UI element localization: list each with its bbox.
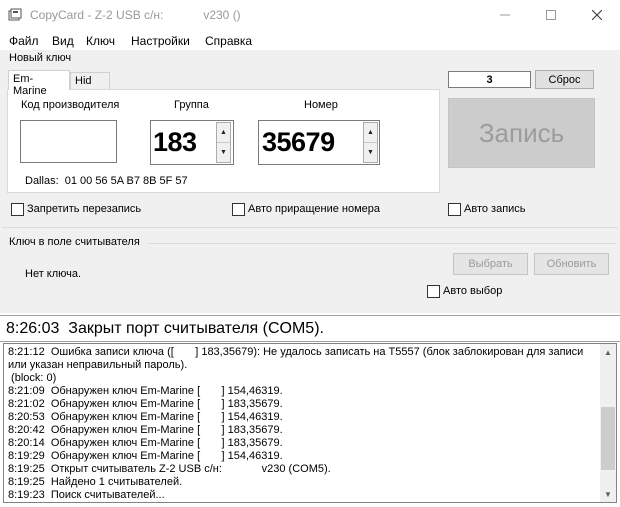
log-line: 8:21:09 Обнаружен ключ Em-Marine [ ] 154…: [8, 385, 283, 397]
auto-write-label: Авто запись: [464, 203, 526, 215]
reader-status: Нет ключа.: [25, 268, 82, 280]
reader-group-line: [148, 243, 616, 244]
dallas-code: Dallas: 01 00 56 5A B7 8B 5F 57: [25, 175, 188, 187]
number-value: 35679: [262, 127, 335, 157]
log-line: 8:19:23 Поиск считывателей...: [8, 489, 165, 501]
log-line: 8:21:02 Обнаружен ключ Em-Marine [ ] 183…: [8, 398, 283, 410]
log-line: 8:20:53 Обнаружен ключ Em-Marine [ ] 154…: [8, 411, 283, 423]
new-key-group-label: Новый ключ: [9, 52, 72, 64]
menu-file[interactable]: Файл: [9, 34, 39, 48]
auto-select-label: Авто выбор: [443, 285, 503, 297]
log-line: 8:19:25 Найдено 1 считывателей.: [8, 476, 183, 488]
group-spinner[interactable]: ▲ ▼: [216, 122, 231, 163]
spin-down-icon[interactable]: ▼: [217, 143, 230, 163]
minimize-button[interactable]: [482, 0, 528, 30]
scroll-thumb[interactable]: [601, 407, 615, 470]
spin-down-icon[interactable]: ▼: [364, 143, 377, 163]
number-spinner[interactable]: ▲ ▼: [363, 122, 378, 163]
number-label: Номер: [304, 99, 338, 111]
auto-select-checkbox[interactable]: [427, 285, 440, 298]
log-line: 8:19:25 Открыт считыватель Z-2 USB с/н: …: [8, 463, 331, 475]
number-field[interactable]: 35679: [258, 120, 380, 165]
auto-write-checkbox[interactable]: [448, 203, 461, 216]
status-message: 8:26:03 Закрыт порт считывателя (COM5).: [6, 320, 324, 337]
auto-increment-label: Авто приращение номера: [248, 203, 381, 215]
status-bar: 8:26:03 Закрыт порт считывателя (COM5).: [0, 315, 620, 342]
log-line: (block: 0): [8, 372, 57, 384]
select-button[interactable]: Выбрать: [453, 253, 528, 275]
group-label: Группа: [174, 99, 209, 111]
log-line: 8:20:42 Обнаружен ключ Em-Marine [ ] 183…: [8, 424, 283, 436]
log-line: 8:20:14 Обнаружен ключ Em-Marine [ ] 183…: [8, 437, 283, 449]
close-button[interactable]: [574, 0, 620, 30]
scroll-up-icon[interactable]: ▲: [600, 344, 616, 360]
minimize-icon: [500, 14, 510, 16]
group-value: 183: [153, 127, 197, 157]
refresh-button[interactable]: Обновить: [534, 253, 609, 275]
separator: [2, 227, 618, 228]
title-bar: CopyCard - Z-2 USB с/н: v230 (): [0, 0, 620, 30]
reset-button[interactable]: Сброс: [535, 70, 594, 89]
window-title: CopyCard - Z-2 USB с/н: v230 (): [30, 8, 241, 22]
app-card-icon: [8, 8, 22, 21]
spin-up-icon[interactable]: ▲: [364, 123, 377, 143]
manufacturer-code-field[interactable]: [20, 120, 117, 163]
tab-em-marine[interactable]: Em-Marine: [8, 70, 70, 97]
write-button[interactable]: Запись: [448, 98, 595, 168]
no-overwrite-label: Запретить перезапись: [27, 203, 142, 215]
log-line: 8:21:12 Ошибка записи ключа ([ ] 183,356…: [8, 346, 584, 358]
write-counter: 3: [448, 71, 531, 88]
menu-help[interactable]: Справка: [205, 34, 252, 48]
log-scrollbar[interactable]: ▲ ▼: [600, 344, 616, 502]
scroll-down-icon[interactable]: ▼: [600, 486, 616, 502]
tab-hid[interactable]: Hid: [70, 72, 110, 90]
log-line: 8:19:29 Обнаружен ключ Em-Marine [ ] 154…: [8, 450, 283, 462]
no-overwrite-checkbox[interactable]: [11, 203, 24, 216]
spin-up-icon[interactable]: ▲: [217, 123, 230, 143]
event-log[interactable]: 8:21:12 Ошибка записи ключа ([ ] 183,356…: [3, 343, 617, 503]
manufacturer-label: Код производителя: [21, 99, 120, 111]
log-line: или указан неправильный пароль).: [8, 359, 188, 371]
close-icon: [592, 10, 602, 20]
menu-settings[interactable]: Настройки: [131, 34, 190, 48]
menu-bar: Файл Вид Ключ Настройки Справка: [0, 32, 620, 50]
auto-increment-checkbox[interactable]: [232, 203, 245, 216]
reader-group-label: Ключ в поле считывателя: [9, 236, 140, 248]
maximize-button[interactable]: [528, 0, 574, 30]
maximize-icon: [546, 10, 556, 20]
menu-key[interactable]: Ключ: [86, 34, 115, 48]
menu-view[interactable]: Вид: [52, 34, 74, 48]
